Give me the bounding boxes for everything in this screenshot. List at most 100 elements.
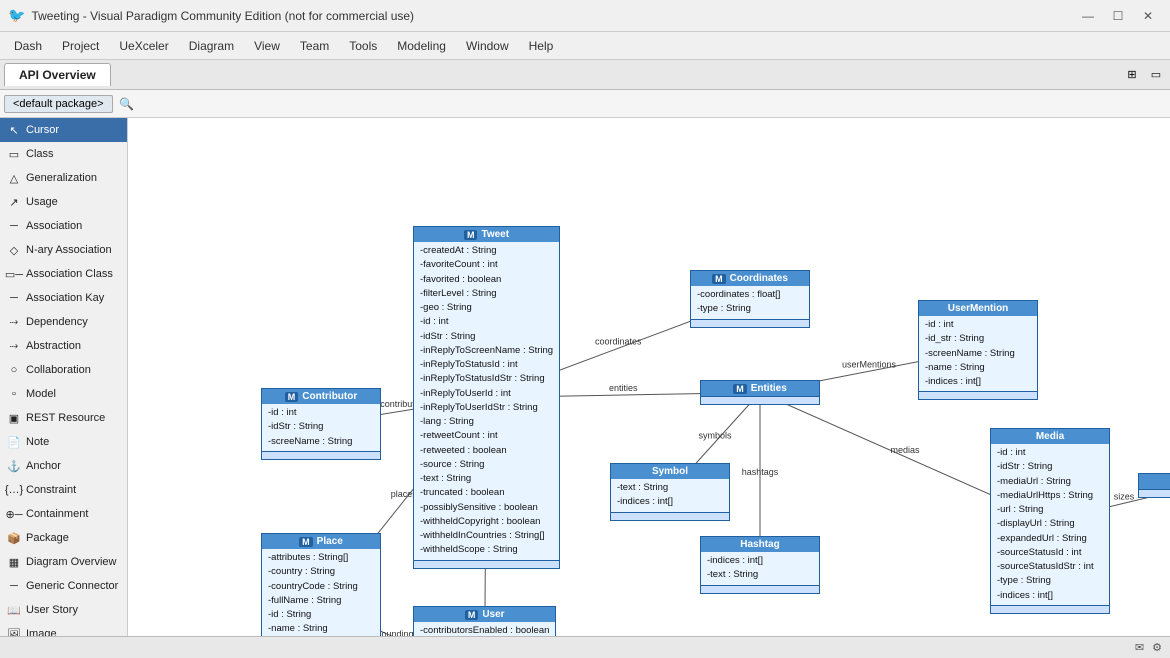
sidebar-item-diagram-overview[interactable]: ▦ Diagram Overview (0, 550, 127, 574)
uml-class-contributor[interactable]: MContributor-id : int-idStr : String-scr… (261, 388, 381, 460)
sidebar-item-class[interactable]: ▭Class (0, 142, 127, 166)
menu-item-view[interactable]: View (244, 35, 290, 57)
sidebar-item-dependency[interactable]: ⤑Dependency (0, 310, 127, 334)
dep-icon: ⤑ (6, 314, 22, 330)
sidebar-item-rest-resource[interactable]: ▣REST Resource (0, 406, 127, 430)
maximize-button[interactable]: ☐ (1104, 5, 1132, 27)
sidebar-label-rest-resource: REST Resource (26, 412, 105, 424)
sidebar-item-association[interactable]: ─Association (0, 214, 127, 238)
close-button[interactable]: ✕ (1134, 5, 1162, 27)
package-label[interactable]: <default package> (4, 95, 113, 113)
sidebar-item-containment[interactable]: ⊕─Containment (0, 502, 127, 526)
collab-icon: ○ (6, 362, 22, 378)
uml-class-size[interactable]: Size (1138, 473, 1170, 498)
class-attr: -id : int (420, 315, 553, 329)
sidebar-item-association-class[interactable]: ▭─Association Class (0, 262, 127, 286)
menu-item-project[interactable]: Project (52, 35, 109, 57)
minimize-button[interactable]: — (1074, 5, 1102, 27)
sidebar-item-package[interactable]: 📦Package (0, 526, 127, 550)
sidebar-item-anchor[interactable]: ⚓Anchor (0, 454, 127, 478)
main-layout: ↖Cursor▭Class△Generalization↗Usage─Assoc… (0, 118, 1170, 636)
sidebar-item-constraint[interactable]: {…} Constraint (0, 478, 127, 502)
settings-icon[interactable]: ⚙ (1152, 641, 1162, 654)
menu-item-tools[interactable]: Tools (339, 35, 387, 57)
uml-class-usermention[interactable]: UserMention-id : int-id_str : String-scr… (918, 300, 1038, 400)
sidebar-label-constraint: Constraint (26, 484, 76, 496)
sidebar-item-note[interactable]: 📄Note (0, 430, 127, 454)
class-footer-coordinates (691, 319, 809, 327)
menu-item-diagram[interactable]: Diagram (179, 35, 244, 57)
sidebar-label-class: Class (26, 148, 54, 160)
model-icon: ▫ (6, 386, 22, 402)
class-header-hashtag: Hashtag (701, 537, 819, 552)
panel-icon[interactable]: ▭ (1146, 65, 1166, 85)
class-attr: -coordinates : float[] (697, 288, 803, 302)
menu-item-help[interactable]: Help (519, 35, 564, 57)
class-attr: -truncated : boolean (420, 486, 553, 500)
class-body-media: -id : int-idStr : String-mediaUrl : Stri… (991, 444, 1109, 605)
sidebar-item-model[interactable]: ▫ Model (0, 382, 127, 406)
class-body-symbol: -text : String-indices : int[] (611, 479, 729, 512)
class-footer-size (1139, 489, 1170, 497)
class-name-media: Media (1036, 431, 1064, 442)
uml-class-place[interactable]: MPlace-attributes : String[]-country : S… (261, 533, 381, 636)
sidebar-label-containment: Containment (26, 508, 88, 520)
menu-item-dash[interactable]: Dash (4, 35, 52, 57)
class-name-tweet: Tweet (481, 229, 509, 240)
email-icon[interactable]: ✉ (1135, 641, 1144, 654)
class-header-entities: MEntities (701, 381, 819, 396)
sidebar-label-diagram-overview: Diagram Overview (26, 556, 116, 568)
class-attr: -id : int (925, 318, 1031, 332)
uml-class-media[interactable]: Media -id : int-idStr : String-mediaUrl :… (990, 428, 1110, 614)
class-attr: -name : String (268, 622, 374, 636)
sidebar-item-abstraction[interactable]: ⤑Abstraction (0, 334, 127, 358)
menu-item-team[interactable]: Team (290, 35, 339, 57)
sidebar: ↖Cursor▭Class△Generalization↗Usage─Assoc… (0, 118, 128, 636)
uml-class-entities[interactable]: MEntities (700, 380, 820, 405)
sidebar-label-user-story: User Story (26, 604, 78, 616)
uml-class-tweet[interactable]: MTweet-createdAt : String-favoriteCount … (413, 226, 560, 569)
menu-item-uexceler[interactable]: UeXceler (109, 35, 178, 57)
class-attr: -indices : int[] (925, 375, 1031, 389)
sidebar-item-cursor[interactable]: ↖Cursor (0, 118, 127, 142)
sidebar-label-usage: Usage (26, 196, 58, 208)
class-attr: -idStr : String (997, 460, 1103, 474)
uml-class-hashtag[interactable]: Hashtag-indices : int[]-text : String (700, 536, 820, 594)
sidebar-item-image[interactable]: 🖼Image (0, 622, 127, 636)
diagram-icon: ▦ (6, 554, 22, 570)
class-attr: -indices : int[] (617, 495, 723, 509)
sidebar-item-nary-association[interactable]: ◇N-ary Association (0, 238, 127, 262)
class-attr: -screenName : String (925, 347, 1031, 361)
uml-class-coordinates[interactable]: MCoordinates-coordinates : float[]-type … (690, 270, 810, 328)
sidebar-item-generic-connector[interactable]: ─Generic Connector (0, 574, 127, 598)
sidebar-item-generalization[interactable]: △Generalization (0, 166, 127, 190)
uml-class-symbol[interactable]: Symbol-text : String-indices : int[] (610, 463, 730, 521)
menu-item-modeling[interactable]: Modeling (387, 35, 456, 57)
class-header-contributor: MContributor (262, 389, 380, 404)
assocclass-icon: ▭─ (6, 266, 22, 282)
class-body-place: -attributes : String[]-country : String-… (262, 549, 380, 636)
constraint-icon: {…} (6, 482, 22, 498)
svg-text:coordinates: coordinates (595, 336, 642, 346)
class-footer-symbol (611, 512, 729, 520)
class-footer-contributor (262, 451, 380, 459)
class-header-place: MPlace (262, 534, 380, 549)
sidebar-item-collaboration[interactable]: ○Collaboration (0, 358, 127, 382)
cursor-icon: ↖ (6, 122, 22, 138)
sidebar-item-usage[interactable]: ↗Usage (0, 190, 127, 214)
sidebar-item-user-story[interactable]: 📖User Story (0, 598, 127, 622)
tab-api-overview[interactable]: API Overview (4, 63, 111, 86)
sidebar-label-model: Model (26, 388, 56, 400)
class-header-coordinates: MCoordinates (691, 271, 809, 286)
sidebar-item-association-kay[interactable]: ─Association Kay (0, 286, 127, 310)
tabbar: API Overview ⊞ ▭ (0, 60, 1170, 90)
grid-icon[interactable]: ⊞ (1122, 65, 1142, 85)
search-icon[interactable]: 🔍 (117, 94, 137, 114)
sidebar-label-package: Package (26, 532, 69, 544)
menu-item-window[interactable]: Window (456, 35, 519, 57)
sidebar-label-anchor: Anchor (26, 460, 61, 472)
canvas-area[interactable]: coordinates1entities1contributors*places… (128, 118, 1170, 636)
svg-text:sizes: sizes (1114, 491, 1135, 501)
class-body-coordinates: -coordinates : float[]-type : String (691, 286, 809, 319)
uml-class-user[interactable]: MUser-contributorsEnabled : boolean-crea… (413, 606, 556, 636)
